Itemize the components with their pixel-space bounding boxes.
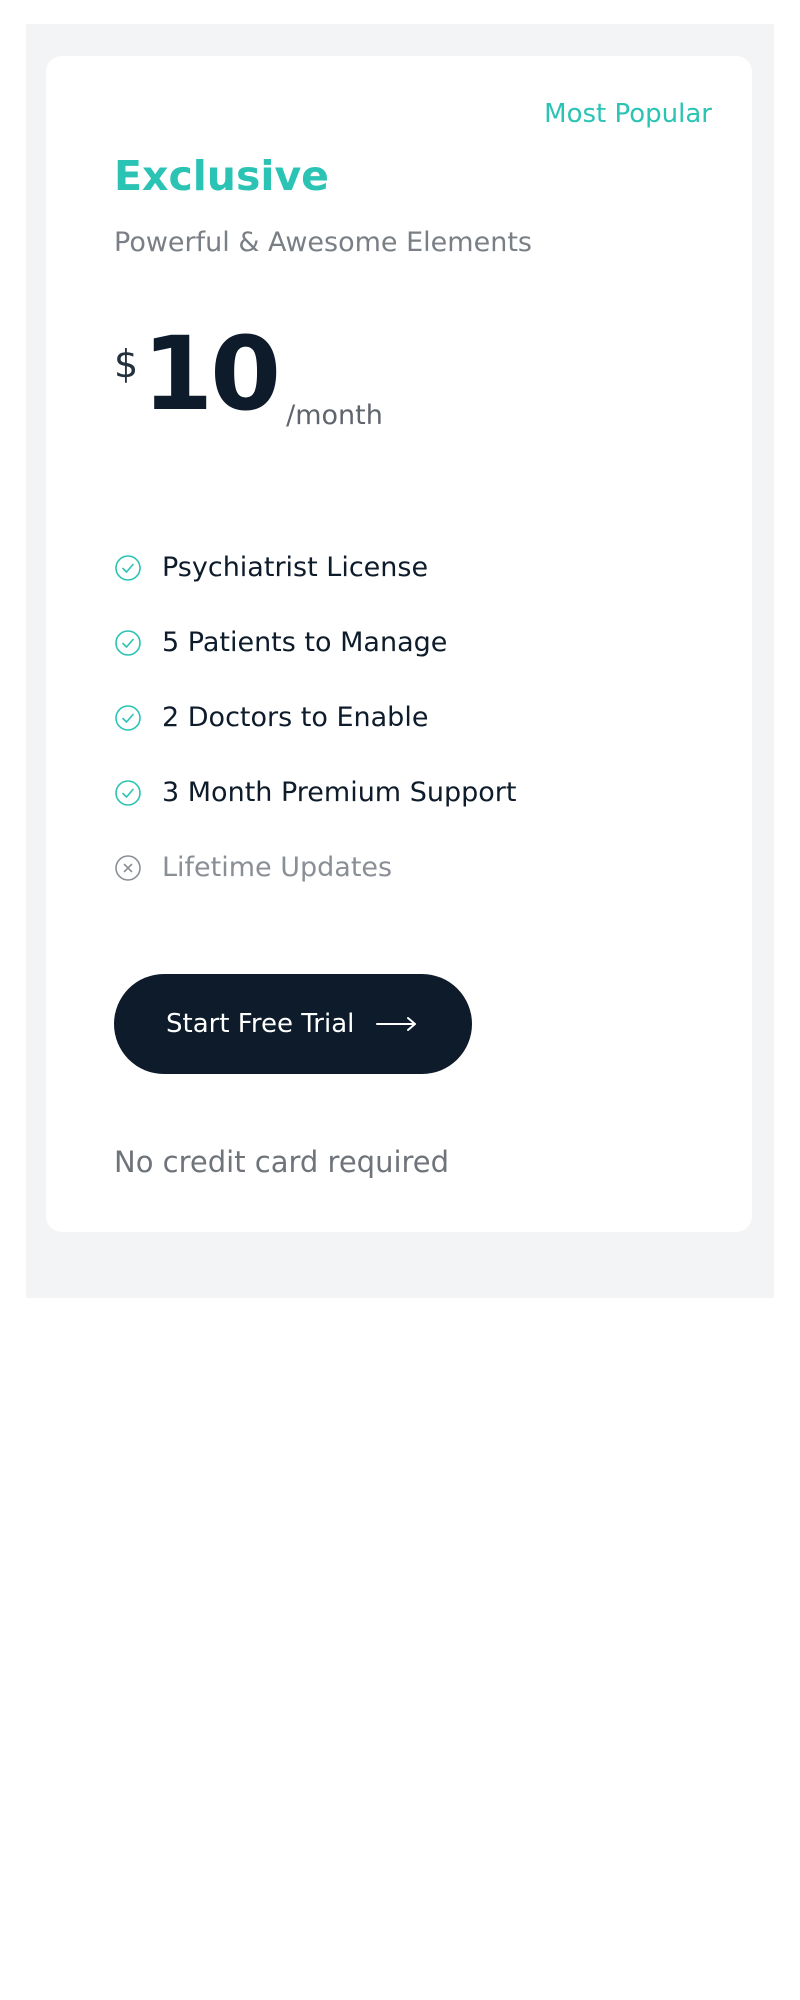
no-credit-card-note: No credit card required	[114, 1145, 450, 1179]
feature-item-excluded: Lifetime Updates	[114, 848, 516, 888]
price-period: /month	[286, 400, 383, 431]
check-circle-icon	[115, 630, 141, 656]
check-circle-icon	[115, 780, 141, 806]
feature-item: 5 Patients to Manage	[114, 623, 516, 663]
feature-item: 2 Doctors to Enable	[114, 698, 516, 738]
feature-item: Psychiatrist License	[114, 548, 516, 588]
feature-label: 2 Doctors to Enable	[162, 702, 429, 733]
plan-subtitle: Powerful & Awesome Elements	[114, 227, 532, 258]
start-free-trial-label: Start Free Trial	[166, 1009, 355, 1039]
feature-list: Psychiatrist License 5 Patients to Manag…	[114, 548, 516, 923]
check-circle-icon	[115, 555, 141, 581]
price-currency: $	[114, 342, 139, 386]
plan-name: Exclusive	[114, 152, 329, 200]
check-circle-icon	[115, 705, 141, 731]
feature-label: Lifetime Updates	[162, 852, 393, 883]
price-amount: 10	[142, 315, 281, 434]
feature-item: 3 Month Premium Support	[114, 773, 516, 813]
most-popular-badge: Most Popular	[544, 99, 712, 129]
x-circle-icon	[115, 855, 141, 881]
feature-label: 3 Month Premium Support	[162, 777, 517, 808]
pricing-section: Most Popular Exclusive Powerful & Awesom…	[26, 24, 774, 1298]
page: Most Popular Exclusive Powerful & Awesom…	[0, 0, 800, 2000]
arrow-right-icon	[376, 1017, 417, 1031]
price: $ 10 /month	[114, 320, 383, 440]
start-free-trial-button[interactable]: Start Free Trial	[114, 974, 472, 1074]
feature-label: Psychiatrist License	[162, 552, 429, 583]
pricing-card: Most Popular Exclusive Powerful & Awesom…	[46, 56, 752, 1232]
feature-label: 5 Patients to Manage	[162, 627, 448, 658]
